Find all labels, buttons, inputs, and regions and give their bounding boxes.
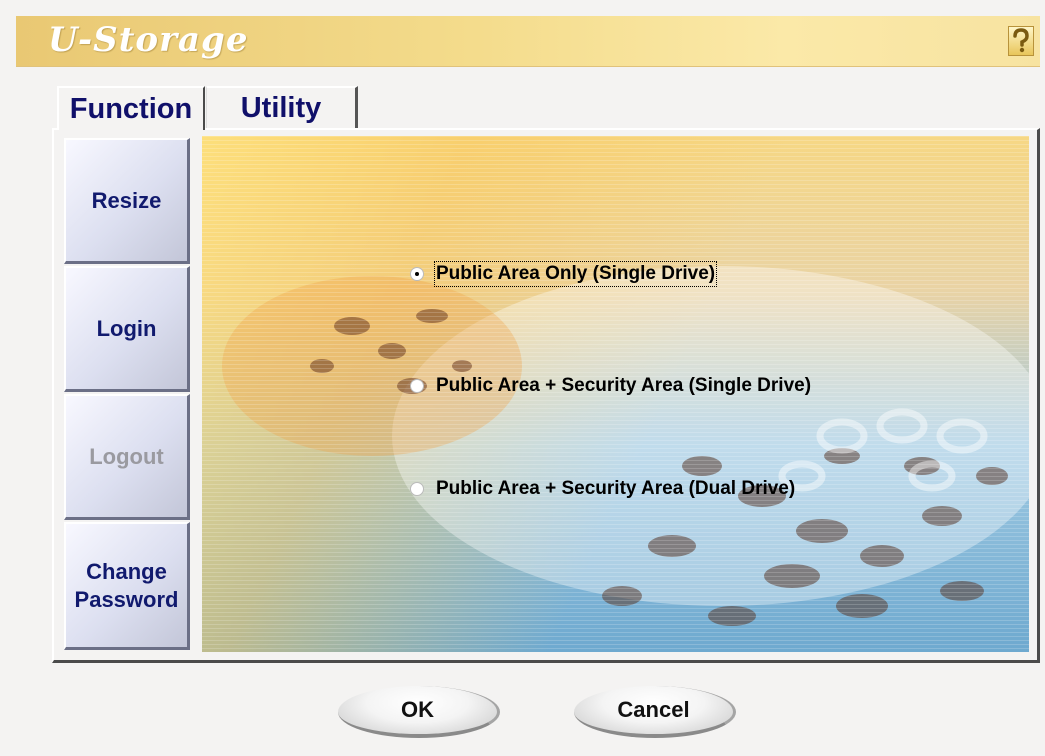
radio-public-security-dual[interactable] <box>410 482 424 496</box>
logout-button[interactable]: Logout <box>64 394 190 520</box>
title-bar: U-Storage <box>16 16 1040 67</box>
option-public-security-single[interactable]: Public Area + Security Area (Single Driv… <box>410 374 811 398</box>
app-title: U-Storage <box>48 20 249 60</box>
question-mark-icon <box>1013 28 1029 53</box>
option-label: Public Area Only (Single Drive) <box>433 261 718 287</box>
option-public-only[interactable]: Public Area Only (Single Drive) <box>410 261 718 287</box>
option-label: Public Area + Security Area (Single Driv… <box>436 375 812 396</box>
option-public-security-dual[interactable]: Public Area + Security Area (Dual Drive) <box>410 477 795 501</box>
option-label: Public Area + Security Area (Dual Drive) <box>436 478 796 499</box>
tab-utility[interactable]: Utility <box>206 86 358 128</box>
tab-function[interactable]: Function <box>57 86 205 130</box>
resize-button[interactable]: Resize <box>64 138 190 264</box>
ok-button[interactable]: OK <box>338 686 500 738</box>
radio-public-only[interactable] <box>410 267 424 281</box>
change-password-button[interactable]: Change Password <box>64 522 190 650</box>
help-button[interactable] <box>1008 26 1034 56</box>
cancel-button[interactable]: Cancel <box>574 686 736 738</box>
radio-public-security-single[interactable] <box>410 379 424 393</box>
login-button[interactable]: Login <box>64 266 190 392</box>
